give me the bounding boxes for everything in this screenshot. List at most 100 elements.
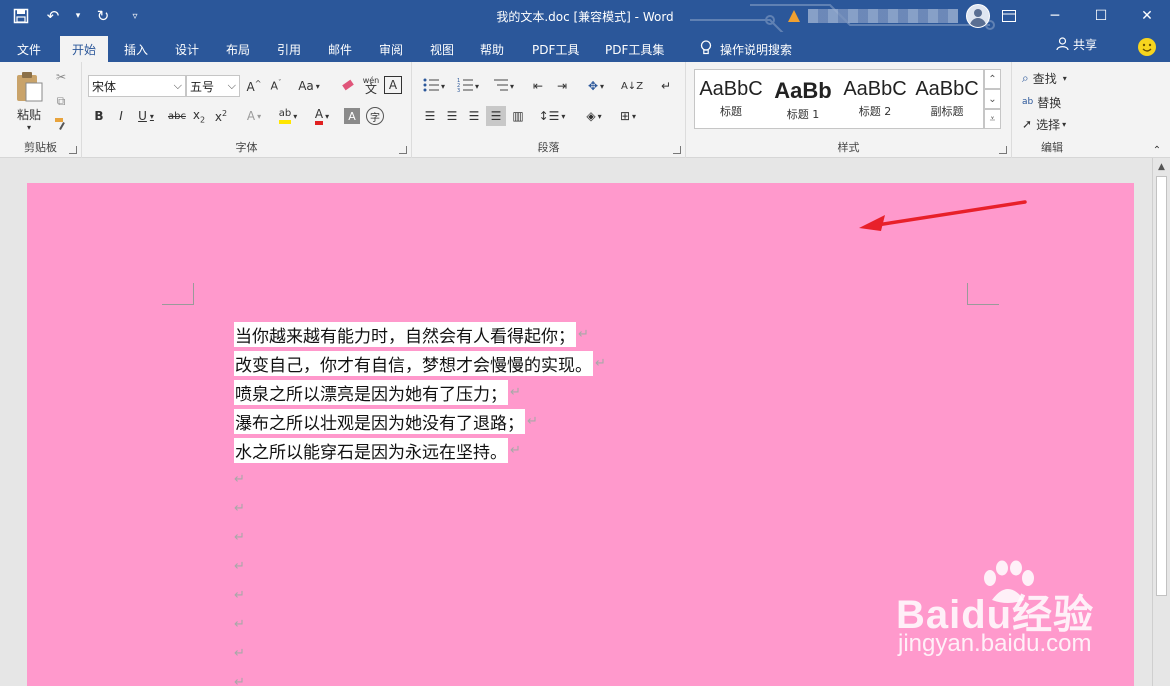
paragraph-text[interactable]: 瀑布之所以壮观是因为她没有了退路； bbox=[234, 409, 525, 434]
tab-mailings[interactable]: 邮件 bbox=[316, 36, 364, 62]
scroll-thumb[interactable] bbox=[1156, 176, 1167, 596]
empty-paragraph[interactable]: ↵ bbox=[234, 552, 606, 581]
superscript-button[interactable]: x2 bbox=[212, 106, 230, 126]
distributed-button[interactable]: ▥ bbox=[508, 106, 528, 126]
bold-button[interactable]: B bbox=[90, 106, 108, 126]
document-paragraph[interactable]: 瀑布之所以壮观是因为她没有了退路； ↵ bbox=[234, 407, 606, 436]
document-area[interactable]: 当你越来越有能力时，自然会有人看得起你； ↵ 改变自己，你才有自信，梦想才会慢慢的实… bbox=[0, 158, 1152, 686]
tab-help[interactable]: 帮助 bbox=[468, 36, 516, 62]
style-title[interactable]: AaBbC 标题 bbox=[695, 70, 767, 130]
text-effects-button[interactable]: A ▾ bbox=[242, 106, 266, 126]
tab-insert[interactable]: 插入 bbox=[112, 36, 160, 62]
document-body[interactable]: 当你越来越有能力时，自然会有人看得起你； ↵ 改变自己，你才有自信，梦想才会慢慢的实… bbox=[234, 320, 606, 686]
character-border-button[interactable]: A bbox=[384, 76, 402, 94]
character-shading-button[interactable]: A bbox=[344, 108, 360, 124]
close-icon[interactable]: ✕ bbox=[1124, 0, 1170, 32]
styles-scroll-up-button[interactable]: ⌃ bbox=[984, 69, 1001, 89]
align-right-button[interactable]: ☰ bbox=[464, 106, 484, 126]
show-hide-marks-button[interactable]: ↵ bbox=[656, 76, 676, 96]
feedback-smiley-icon[interactable] bbox=[1138, 38, 1156, 56]
copy-button[interactable]: ⧉ bbox=[52, 92, 70, 110]
customize-qat-icon[interactable]: ▿ bbox=[124, 5, 146, 27]
tab-references[interactable]: 引用 bbox=[265, 36, 313, 62]
tab-home[interactable]: 开始 bbox=[60, 36, 109, 62]
font-size-select[interactable]: 五号 ⌵ bbox=[186, 75, 240, 97]
ribbon-display-options-icon[interactable] bbox=[986, 0, 1032, 32]
styles-scroll-down-button[interactable]: ⌄ bbox=[984, 89, 1001, 109]
document-paragraph[interactable]: 改变自己，你才有自信，梦想才会慢慢的实现。 ↵ bbox=[234, 349, 606, 378]
minimize-icon[interactable]: ─ bbox=[1032, 0, 1078, 32]
undo-dropdown-icon[interactable]: ▾ bbox=[74, 5, 82, 27]
subscript-button[interactable]: x2 bbox=[190, 106, 208, 126]
styles-more-button[interactable]: ⩡ bbox=[984, 109, 1001, 129]
document-paragraph[interactable]: 水之所以能穿石是因为永远在坚持。 ↵ bbox=[234, 436, 606, 465]
clipboard-dialog-launcher[interactable]: . bbox=[69, 146, 77, 154]
shrink-font-button[interactable]: Aˇ bbox=[266, 76, 286, 96]
align-left-button[interactable]: ☰ bbox=[420, 106, 440, 126]
maximize-icon[interactable]: ☐ bbox=[1078, 0, 1124, 32]
paragraph-text[interactable]: 当你越来越有能力时，自然会有人看得起你； bbox=[234, 322, 576, 347]
paste-button[interactable]: 粘贴 ▾ bbox=[8, 68, 50, 134]
font-name-select[interactable]: 宋体 ⌵ bbox=[88, 75, 186, 97]
multilevel-list-button[interactable]: ▾ bbox=[488, 76, 518, 96]
tab-pdf-tools[interactable]: PDF工具 bbox=[520, 36, 591, 62]
chinese-layout-button[interactable]: ✥ ▾ bbox=[582, 76, 610, 96]
change-case-button[interactable]: Aa ▾ bbox=[294, 76, 324, 96]
style-subtitle[interactable]: AaBbC 副标题 bbox=[911, 70, 983, 130]
empty-paragraph[interactable]: ↵ bbox=[234, 581, 606, 610]
line-spacing-button[interactable]: ↕☰ ▾ bbox=[538, 106, 566, 126]
align-center-button[interactable]: ☰ bbox=[442, 106, 462, 126]
phonetic-guide-button[interactable]: wén 文 bbox=[360, 74, 382, 96]
tab-file[interactable]: 文件 bbox=[5, 36, 53, 62]
cut-button[interactable]: ✂ bbox=[52, 68, 70, 86]
account-area[interactable] bbox=[788, 4, 990, 28]
style-heading-2[interactable]: AaBbC 标题 2 bbox=[839, 70, 911, 130]
document-paragraph[interactable]: 当你越来越有能力时，自然会有人看得起你； ↵ bbox=[234, 320, 606, 349]
select-button[interactable]: ➚ 选择 ▾ bbox=[1022, 114, 1092, 134]
empty-paragraph[interactable]: ↵ bbox=[234, 494, 606, 523]
highlight-button[interactable]: ab ▾ bbox=[274, 106, 302, 126]
scroll-up-arrow-icon[interactable]: ▲ bbox=[1153, 158, 1170, 175]
italic-button[interactable]: I bbox=[112, 106, 130, 126]
collapse-ribbon-button[interactable]: ⌃ bbox=[1150, 144, 1164, 156]
find-button[interactable]: ⌕ 查找 ▾ bbox=[1022, 68, 1092, 88]
replace-button[interactable]: ab 替换 bbox=[1022, 92, 1092, 112]
bullets-button[interactable]: ▾ bbox=[420, 76, 448, 96]
paragraph-text[interactable]: 改变自己，你才有自信，梦想才会慢慢的实现。 bbox=[234, 351, 593, 376]
tab-view[interactable]: 视图 bbox=[418, 36, 466, 62]
grow-font-button[interactable]: A^ bbox=[244, 76, 264, 96]
empty-paragraph[interactable]: ↵ bbox=[234, 523, 606, 552]
paragraph-text[interactable]: 水之所以能穿石是因为永远在坚持。 bbox=[234, 438, 508, 463]
tab-layout[interactable]: 布局 bbox=[214, 36, 262, 62]
increase-indent-button[interactable]: ⇥ bbox=[552, 76, 572, 96]
font-dialog-launcher[interactable]: . bbox=[399, 146, 407, 154]
undo-icon[interactable]: ↶ bbox=[42, 5, 64, 27]
share-button[interactable]: 共享 bbox=[1056, 36, 1097, 53]
empty-paragraph[interactable]: ↵ bbox=[234, 465, 606, 494]
document-page[interactable]: 当你越来越有能力时，自然会有人看得起你； ↵ 改变自己，你才有自信，梦想才会慢慢的实… bbox=[27, 183, 1134, 686]
sort-button[interactable]: A↓Z bbox=[621, 76, 643, 96]
save-icon[interactable] bbox=[10, 5, 32, 27]
empty-paragraph[interactable]: ↵ bbox=[234, 639, 606, 668]
underline-button[interactable]: U ▾ bbox=[134, 106, 158, 126]
vertical-scrollbar[interactable]: ▲ bbox=[1152, 158, 1170, 686]
format-painter-button[interactable] bbox=[52, 116, 70, 134]
strikethrough-button[interactable]: abc bbox=[166, 106, 188, 126]
clear-formatting-button[interactable] bbox=[338, 76, 358, 96]
shading-button[interactable]: ◈ ▾ bbox=[580, 106, 608, 126]
empty-paragraph[interactable]: ↵ bbox=[234, 668, 606, 686]
empty-paragraph[interactable]: ↵ bbox=[234, 610, 606, 639]
redo-icon[interactable]: ↻ bbox=[92, 5, 114, 27]
styles-dialog-launcher[interactable]: . bbox=[999, 146, 1007, 154]
enclose-characters-button[interactable]: 字 bbox=[366, 107, 384, 125]
paragraph-text[interactable]: 喷泉之所以漂亮是因为她有了压力； bbox=[234, 380, 508, 405]
font-color-button[interactable]: A ▾ bbox=[308, 106, 336, 126]
tab-review[interactable]: 审阅 bbox=[367, 36, 415, 62]
justify-button[interactable]: ☰ bbox=[486, 106, 506, 126]
tab-design[interactable]: 设计 bbox=[163, 36, 211, 62]
decrease-indent-button[interactable]: ⇤ bbox=[528, 76, 548, 96]
style-heading-1[interactable]: AaBb 标题 1 bbox=[767, 70, 839, 130]
tab-pdf-toolset[interactable]: PDF工具集 bbox=[593, 36, 676, 62]
borders-button[interactable]: ⊞ ▾ bbox=[614, 106, 642, 126]
paragraph-dialog-launcher[interactable]: . bbox=[673, 146, 681, 154]
